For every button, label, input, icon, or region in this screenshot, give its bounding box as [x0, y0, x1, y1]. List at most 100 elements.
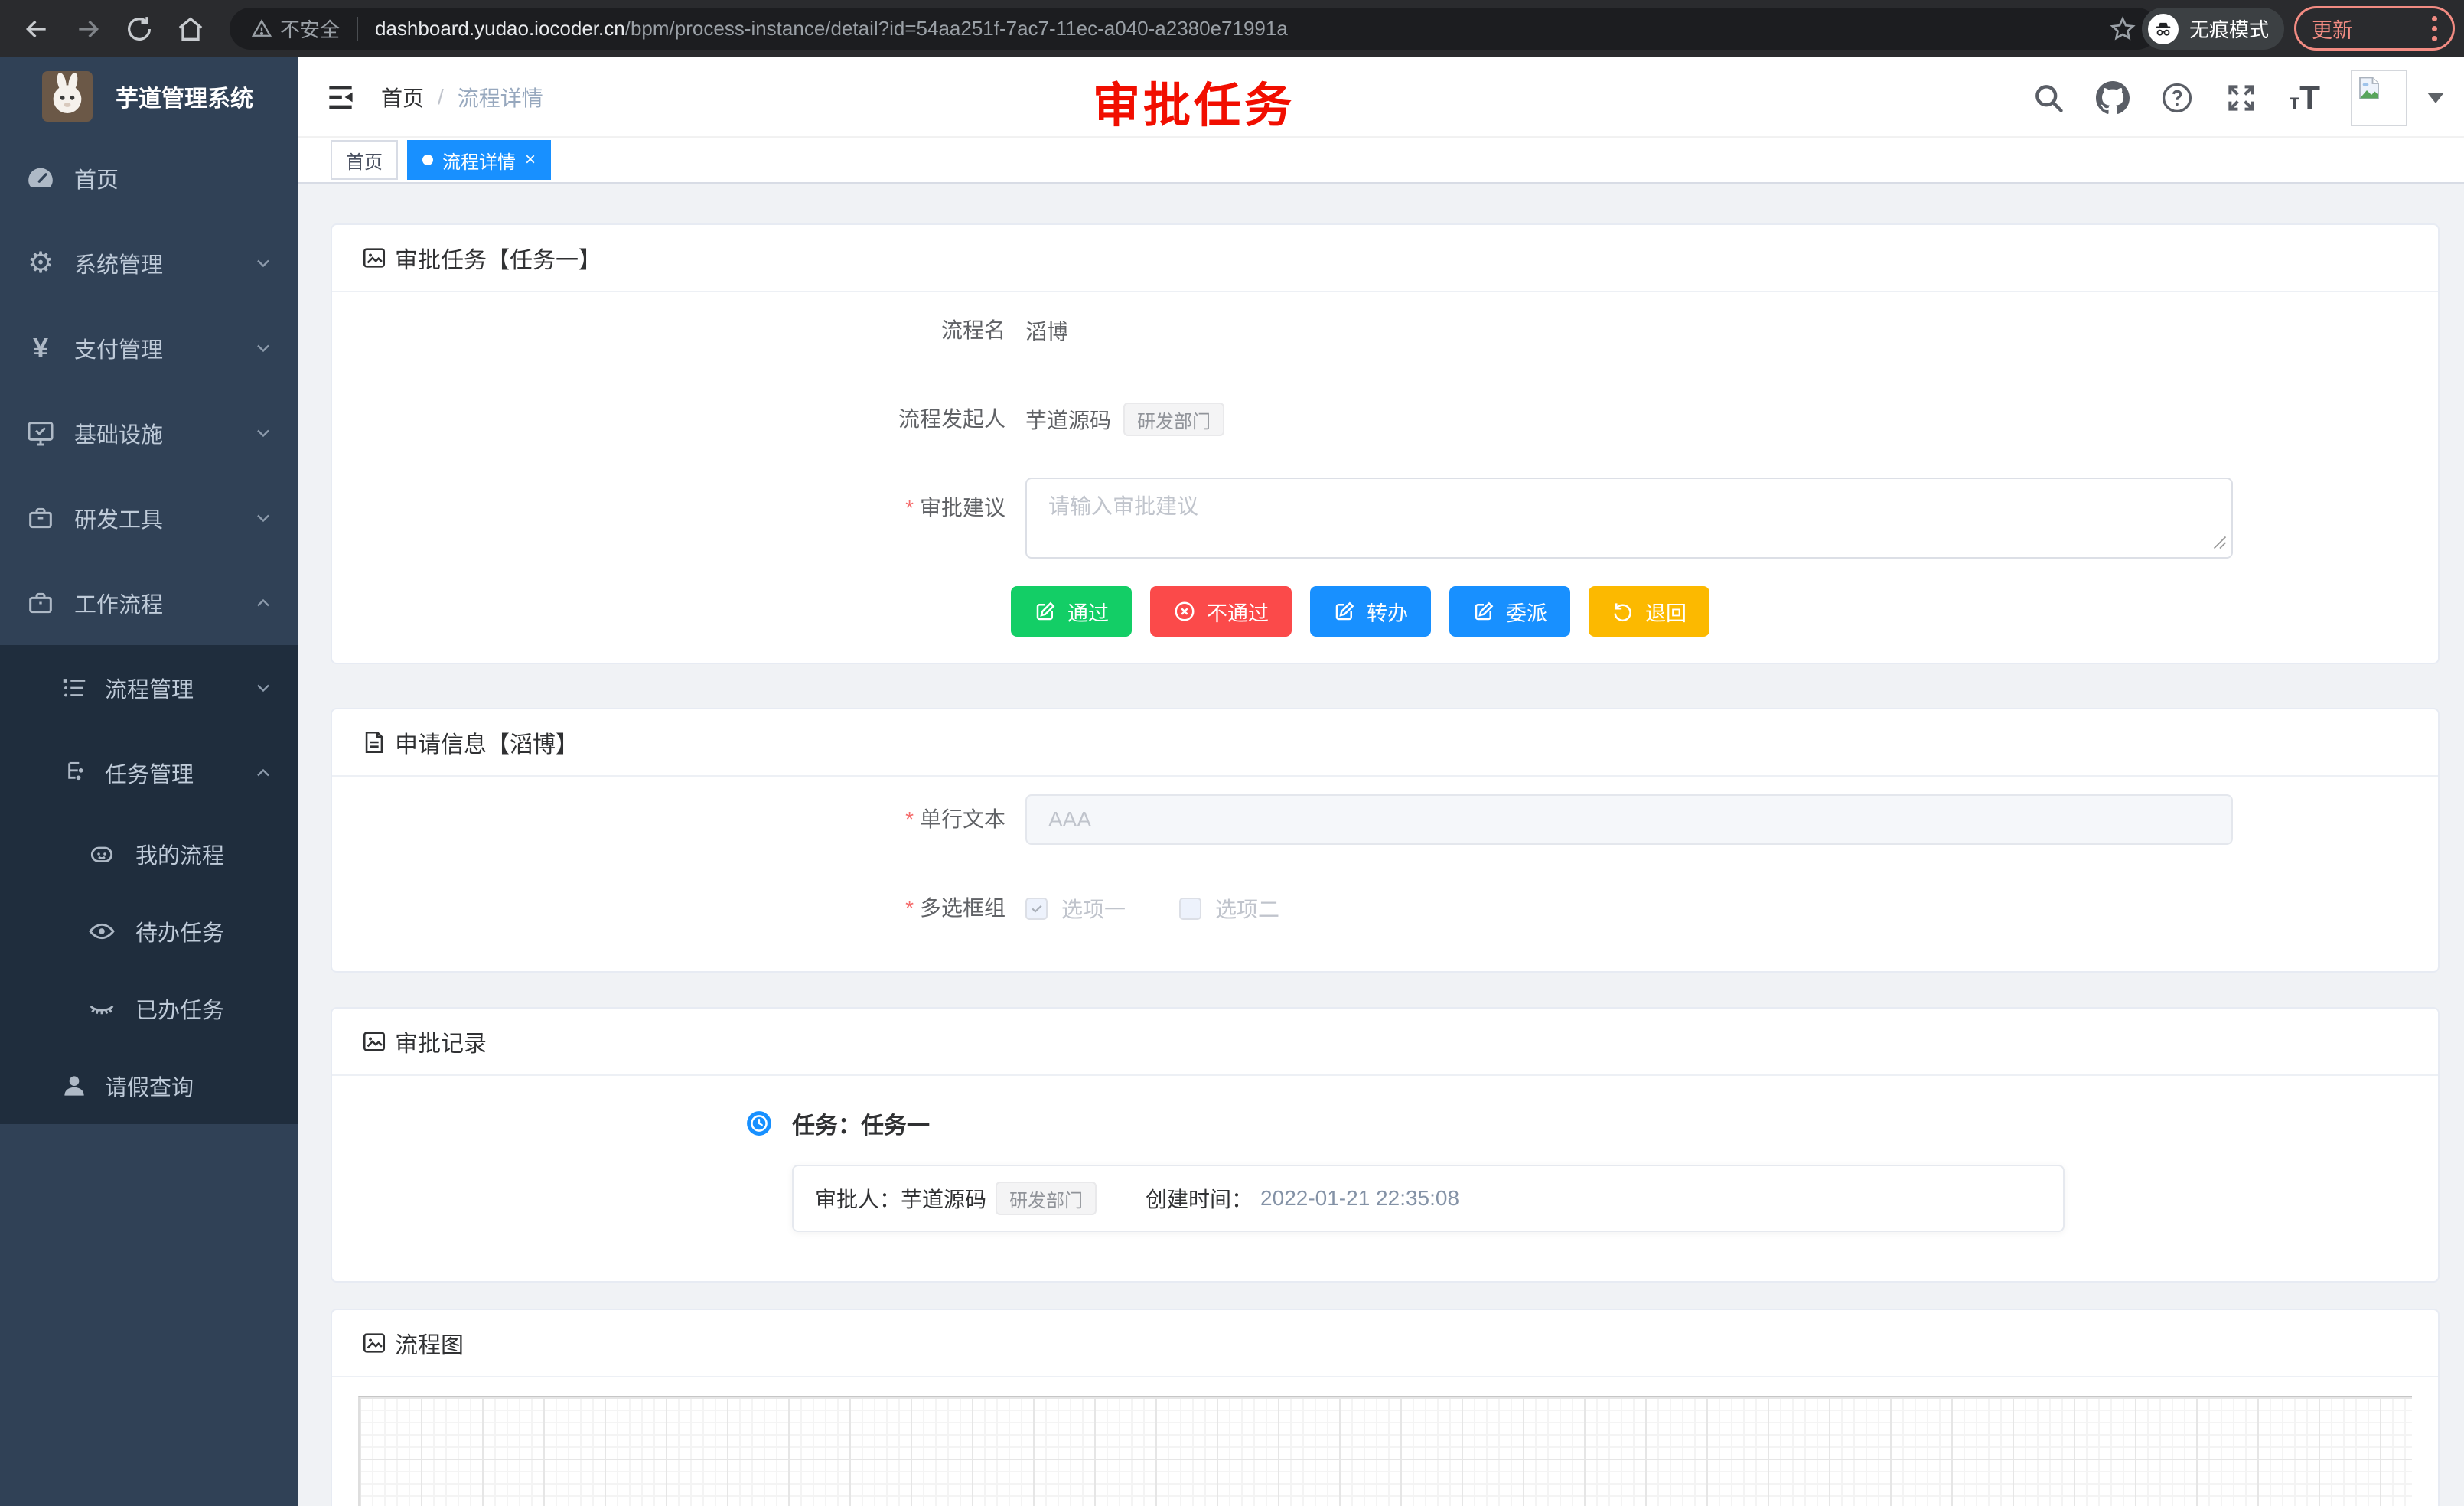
browser-reload-icon[interactable]: [124, 14, 155, 44]
card-title: 流程图: [395, 1326, 464, 1360]
sidebar-item-label: 已办任务: [135, 993, 224, 1025]
reject-button[interactable]: 不通过: [1150, 586, 1292, 637]
approve-button[interactable]: 通过: [1011, 586, 1132, 637]
breadcrumb-current: 流程详情: [458, 82, 543, 112]
chevron-up-icon: [253, 592, 274, 614]
browser-update-button[interactable]: 更新: [2294, 6, 2455, 51]
help-icon[interactable]: [2160, 81, 2194, 115]
transfer-button[interactable]: 转办: [1310, 586, 1431, 637]
list-tree-icon: [57, 671, 91, 705]
browser-forward-icon[interactable]: [73, 14, 103, 44]
sidebar-item-workflow[interactable]: 工作流程: [0, 560, 298, 645]
single-text-control: [1025, 794, 2233, 845]
security-chip[interactable]: 不安全: [251, 15, 340, 43]
approval-record-card: 审批记录 任务：任务一 审批人： 芋道源码 研发部门 创建时间： 2022-01…: [331, 1007, 2440, 1283]
checkbox-option-1: 选项一: [1025, 893, 1126, 924]
tab-home[interactable]: 首页: [331, 140, 398, 180]
approve-task-card: 审批任务【任务一】 流程名 滔博 流程发起人 芋道源码 研发部门 *审批建议: [331, 223, 2440, 664]
monitor-check-icon: [24, 416, 57, 450]
update-label: 更新: [2312, 14, 2353, 44]
sidebar-item-payment[interactable]: ¥ 支付管理: [0, 305, 298, 390]
sidebar-item-leave-query[interactable]: 请假查询: [0, 1047, 298, 1124]
form-row-initiator: 流程发起人 芋道源码 研发部门: [332, 389, 2438, 450]
sidebar-item-label: 系统管理: [74, 247, 163, 279]
bpmn-canvas[interactable]: [358, 1396, 2412, 1506]
approve-form: 流程名 滔博 流程发起人 芋道源码 研发部门 *审批建议: [332, 292, 2438, 663]
breadcrumb-home[interactable]: 首页: [381, 82, 424, 112]
sidebar-item-my-process[interactable]: 我的流程: [0, 815, 298, 892]
form-row-comment: *审批建议: [332, 478, 2438, 559]
comment-control: [1025, 478, 2233, 559]
picture-icon: [361, 1330, 387, 1356]
checkbox-option-2: 选项二: [1179, 893, 1279, 924]
form-row-single-text: *单行文本: [332, 789, 2438, 850]
return-button[interactable]: 退回: [1589, 586, 1709, 637]
chevron-down-icon: [253, 337, 274, 359]
checkbox-unchecked-icon: [1179, 898, 1201, 920]
checkbox-checked-icon: [1025, 898, 1048, 920]
sidebar-item-system[interactable]: ⚙ 系统管理: [0, 220, 298, 305]
main-content: 审批任务【任务一】 流程名 滔博 流程发起人 芋道源码 研发部门 *审批建议: [298, 184, 2464, 1506]
sidebar-collapse-icon[interactable]: [324, 80, 357, 114]
initiator-value: 芋道源码 研发部门: [1025, 403, 1224, 436]
apply-info-card: 申请信息【滔博】 *单行文本 *多选框组 选项一 选项二: [331, 708, 2440, 973]
checkbox-group: 选项一 选项二: [1025, 893, 1279, 924]
record-card-header: 审批记录: [332, 1009, 2438, 1076]
single-text-label: *单行文本: [332, 789, 1005, 850]
browser-back-icon[interactable]: [21, 14, 52, 44]
relation-icon: [57, 756, 91, 790]
edit-icon: [1333, 600, 1356, 623]
active-tab-dot: [422, 155, 433, 165]
avatar-dropdown-caret[interactable]: [2427, 93, 2444, 103]
sidebar-item-done-tasks[interactable]: 已办任务: [0, 970, 298, 1047]
yen-icon: ¥: [24, 331, 57, 365]
app-logo[interactable]: 芋道管理系统: [0, 57, 298, 135]
sidebar-item-label: 待办任务: [135, 915, 224, 947]
toolbox-icon: [24, 501, 57, 535]
picture-icon: [361, 1028, 387, 1055]
sidebar-item-todo-tasks[interactable]: 待办任务: [0, 892, 298, 970]
tab-close-icon[interactable]: ×: [525, 149, 536, 171]
dept-tag: 研发部门: [996, 1182, 1097, 1215]
browser-home-icon[interactable]: [175, 14, 206, 44]
font-size-icon[interactable]: тT: [2289, 79, 2320, 117]
resize-grip-icon[interactable]: [2213, 536, 2227, 549]
approve-actions: 通过 不通过 转办 委派 退回: [1011, 586, 2438, 637]
briefcase-icon: [24, 586, 57, 620]
user-avatar[interactable]: [2351, 70, 2407, 126]
chevron-down-icon: [253, 677, 274, 699]
url-host: dashboard.yudao.iocoder.cn: [375, 17, 625, 41]
create-time-label: 创建时间：: [1146, 1183, 1253, 1214]
approver-label: 审批人：: [815, 1183, 901, 1214]
sidebar-item-label: 请假查询: [105, 1070, 194, 1102]
checkbox-group-label: *多选框组: [332, 878, 1005, 939]
delegate-button[interactable]: 委派: [1449, 586, 1570, 637]
card-title: 申请信息【滔博】: [395, 725, 579, 759]
sidebar-item-home[interactable]: 首页: [0, 135, 298, 220]
circle-close-icon: [1173, 600, 1196, 623]
apply-form: *单行文本 *多选框组 选项一 选项二: [332, 777, 2438, 971]
single-text-input: [1025, 794, 2233, 845]
omnibox-divider: [357, 17, 358, 41]
approve-card-header: 审批任务【任务一】: [332, 225, 2438, 292]
address-bar[interactable]: 不安全 dashboard.yudao.iocoder.cn/bpm/proce…: [230, 8, 2158, 50]
warning-triangle-icon: [251, 18, 272, 40]
timeline-entry: 任务：任务一: [746, 1107, 2438, 1140]
refresh-left-icon: [1612, 600, 1635, 623]
tab-process-detail[interactable]: 流程详情 ×: [407, 140, 551, 180]
github-icon[interactable]: [2096, 81, 2130, 115]
bookmark-star-icon[interactable]: [2109, 15, 2136, 43]
form-row-process-name: 流程名 滔博: [332, 300, 2438, 361]
comment-textarea[interactable]: [1025, 478, 2233, 559]
form-row-checkbox-group: *多选框组 选项一 选项二: [332, 878, 2438, 939]
sidebar-item-infra[interactable]: 基础设施: [0, 390, 298, 475]
search-icon[interactable]: [2032, 81, 2065, 115]
fullscreen-icon[interactable]: [2224, 81, 2258, 115]
dept-tag: 研发部门: [1123, 403, 1224, 436]
sidebar-item-devtools[interactable]: 研发工具: [0, 475, 298, 560]
sidebar-item-task-mgmt[interactable]: 任务管理: [0, 730, 298, 815]
browser-menu-icon[interactable]: [2432, 16, 2437, 41]
diagram-body: [332, 1377, 2438, 1506]
sidebar-item-process-mgmt[interactable]: 流程管理: [0, 645, 298, 730]
chevron-down-icon: [253, 422, 274, 444]
